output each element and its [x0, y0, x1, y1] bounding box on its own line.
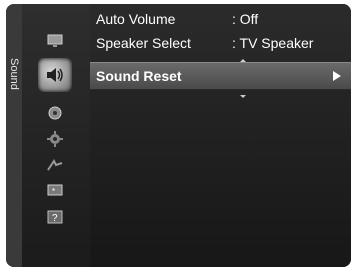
application-icon[interactable]: *	[44, 182, 66, 200]
svg-text:*: *	[52, 187, 55, 196]
submenu-arrow-icon	[333, 71, 341, 81]
tv-osd-menu: Sound * ? Auto Volume : Off Speaker Sele…	[6, 4, 351, 267]
category-side-tab: Sound	[6, 4, 22, 267]
menu-item-label: Speaker Select	[96, 35, 191, 51]
menu-item-label: Auto Volume	[96, 11, 176, 27]
picture-icon[interactable]	[44, 32, 66, 50]
scroll-down-icon	[240, 95, 246, 98]
menu-row-auto-volume[interactable]: Auto Volume : Off	[90, 8, 351, 30]
svg-text:?: ?	[52, 213, 58, 224]
menu-panel: Auto Volume : Off Speaker Select : TV Sp…	[90, 4, 351, 267]
setup-gear-icon[interactable]	[44, 130, 66, 148]
menu-row-sound-reset[interactable]: Sound Reset	[90, 62, 351, 90]
sound-speaker-icon[interactable]	[38, 58, 72, 92]
support-help-icon[interactable]: ?	[44, 208, 66, 226]
menu-item-label: Sound Reset	[96, 68, 182, 84]
input-icon[interactable]	[44, 156, 66, 174]
channel-icon[interactable]	[44, 104, 66, 122]
menu-row-speaker-select[interactable]: Speaker Select : TV Speaker	[90, 32, 351, 54]
category-icon-column: * ?	[22, 4, 103, 267]
menu-item-value: : TV Speaker	[232, 35, 314, 51]
category-label: Sound	[8, 58, 20, 90]
menu-item-value: : Off	[232, 11, 259, 27]
